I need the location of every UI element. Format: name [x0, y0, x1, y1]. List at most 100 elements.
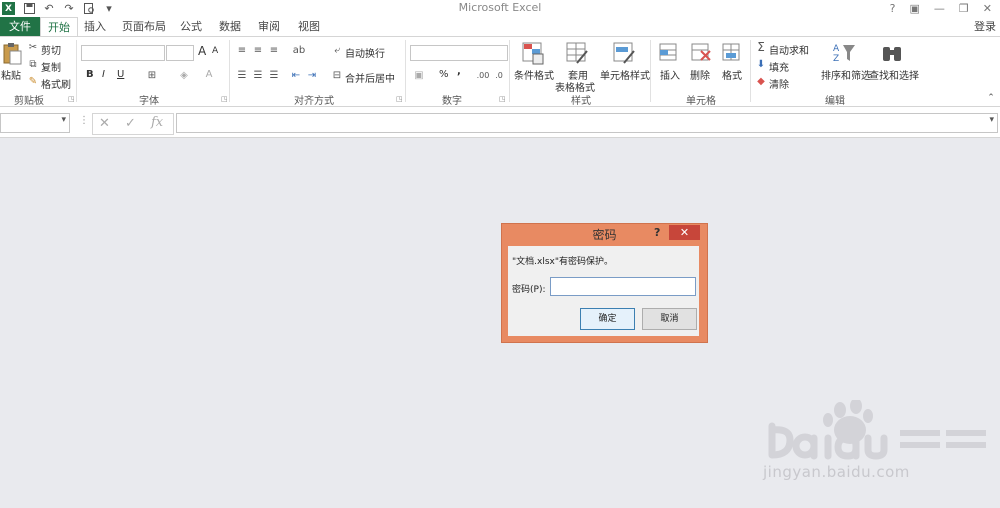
- dialog-help-button[interactable]: ?: [654, 226, 660, 239]
- app-title: Microsoft Excel: [458, 1, 542, 14]
- cell-styles-icon[interactable]: [612, 41, 636, 65]
- expand-formula-icon[interactable]: ▾: [989, 115, 994, 125]
- cancel-button[interactable]: 取消: [642, 308, 697, 330]
- wrap-text-icon[interactable]: ⤶: [331, 44, 343, 56]
- restore-icon[interactable]: ❐: [959, 2, 969, 15]
- number-launcher-icon[interactable]: ◳: [499, 95, 506, 103]
- confirm-entry-icon[interactable]: ✓: [125, 116, 136, 131]
- sign-in-link[interactable]: 登录: [974, 17, 996, 36]
- insert-function-icon[interactable]: fx: [151, 115, 163, 130]
- number-format-select[interactable]: [410, 45, 508, 61]
- sort-filter-button[interactable]: 排序和筛选: [821, 67, 871, 82]
- shrink-font-button[interactable]: A: [212, 46, 218, 56]
- accounting-format-icon[interactable]: ▣: [412, 69, 426, 81]
- clipboard-group-label: 剪贴板: [14, 96, 44, 107]
- align-middle-icon[interactable]: ≡: [252, 44, 264, 56]
- clear-button[interactable]: 清除: [769, 76, 789, 91]
- fill-button[interactable]: 填充: [769, 59, 789, 74]
- orientation-icon[interactable]: ab: [292, 44, 306, 56]
- clipboard-launcher-icon[interactable]: ◳: [68, 95, 75, 103]
- copy-icon[interactable]: ⧉: [27, 58, 39, 70]
- align-bottom-icon[interactable]: ≡: [268, 44, 280, 56]
- conditional-format-button[interactable]: 条件格式: [514, 67, 554, 82]
- tab-file[interactable]: 文件: [0, 17, 40, 36]
- autosum-button[interactable]: 自动求和: [769, 42, 809, 57]
- cell-styles-button[interactable]: 单元格样式: [600, 67, 650, 82]
- divider: [76, 40, 77, 102]
- delete-cells-button[interactable]: 删除: [690, 67, 710, 82]
- name-box-dropdown-icon[interactable]: ▾: [61, 115, 66, 125]
- dialog-close-button[interactable]: ✕: [669, 225, 700, 240]
- copy-button[interactable]: 复制: [41, 59, 61, 74]
- paste-button[interactable]: 粘贴: [1, 67, 21, 82]
- find-select-button[interactable]: 查找和选择: [869, 67, 919, 82]
- find-select-icon[interactable]: [880, 41, 904, 65]
- font-name-select[interactable]: [81, 45, 165, 61]
- font-group-label: 字体: [139, 96, 159, 107]
- alignment-launcher-icon[interactable]: ◳: [396, 95, 403, 103]
- format-cells-button[interactable]: 格式: [722, 67, 742, 82]
- minimize-icon[interactable]: —: [934, 2, 945, 15]
- clear-icon[interactable]: ◆: [755, 75, 767, 87]
- ok-button[interactable]: 确定: [580, 308, 635, 330]
- ribbon: 粘贴 ✂ 剪切 ⧉ 复制 ✎ 格式刷 剪贴板 ◳ A A B I U ⊞ ◈ A…: [0, 36, 1000, 107]
- baidu-watermark-logo: [768, 400, 986, 460]
- underline-button[interactable]: U: [117, 69, 124, 80]
- conditional-format-icon[interactable]: [521, 41, 545, 65]
- format-painter-icon[interactable]: ✎: [27, 75, 39, 87]
- divider: [750, 40, 751, 102]
- number-group-label: 数字: [442, 96, 462, 107]
- italic-button[interactable]: I: [102, 69, 105, 80]
- sort-filter-icon[interactable]: AZ: [832, 41, 856, 65]
- close-window-icon[interactable]: ✕: [983, 2, 992, 15]
- formula-input[interactable]: ▾: [176, 113, 998, 133]
- delete-cells-icon[interactable]: [689, 41, 713, 65]
- align-left-icon[interactable]: ☰: [236, 69, 248, 81]
- tab-view[interactable]: 视图: [294, 17, 324, 36]
- name-box[interactable]: ▾: [0, 113, 70, 133]
- percent-button[interactable]: %: [439, 69, 449, 80]
- tab-home[interactable]: 开始: [40, 17, 78, 36]
- tab-review[interactable]: 审阅: [254, 17, 284, 36]
- font-color-icon[interactable]: A: [203, 68, 215, 80]
- cut-button[interactable]: 剪切: [41, 42, 61, 57]
- password-input[interactable]: [550, 277, 696, 296]
- collapse-ribbon-icon[interactable]: ⌃: [986, 93, 996, 103]
- align-center-icon[interactable]: ☰: [252, 69, 264, 81]
- format-as-table-icon[interactable]: [565, 41, 589, 65]
- decrease-decimal-icon[interactable]: .0: [492, 69, 506, 81]
- increase-decimal-icon[interactable]: .00: [476, 69, 490, 81]
- help-icon[interactable]: ?: [890, 2, 896, 15]
- wrap-text-button[interactable]: 自动换行: [345, 45, 385, 60]
- borders-icon[interactable]: ⊞: [146, 69, 158, 81]
- cells-group-label: 单元格: [686, 96, 716, 107]
- comma-button[interactable]: ,: [457, 66, 461, 77]
- merge-center-icon[interactable]: ⊟: [331, 69, 343, 81]
- cancel-entry-icon[interactable]: ✕: [99, 116, 110, 131]
- tab-insert[interactable]: 插入: [80, 17, 110, 36]
- ribbon-display-icon[interactable]: ▣: [910, 2, 920, 15]
- window-controls: ? ▣ — ❐ ✕: [890, 0, 998, 17]
- font-launcher-icon[interactable]: ◳: [221, 95, 228, 103]
- font-size-select[interactable]: [166, 45, 194, 61]
- cut-icon[interactable]: ✂: [27, 41, 39, 53]
- dialog-body: "文档.xlsx"有密码保护。 密码(P): 确定 取消: [508, 246, 699, 336]
- fill-icon[interactable]: ⬇: [755, 58, 767, 70]
- paste-icon[interactable]: [2, 42, 26, 66]
- align-top-icon[interactable]: ≡: [236, 44, 248, 56]
- format-cells-icon[interactable]: [720, 41, 744, 65]
- insert-cells-button[interactable]: 插入: [660, 67, 680, 82]
- align-right-icon[interactable]: ☰: [268, 69, 280, 81]
- merge-center-button[interactable]: 合并后居中: [345, 70, 395, 85]
- format-painter-button[interactable]: 格式刷: [41, 76, 71, 91]
- tab-formulas[interactable]: 公式: [176, 17, 206, 36]
- tab-page-layout[interactable]: 页面布局: [120, 17, 168, 36]
- bold-button[interactable]: B: [86, 69, 94, 80]
- autosum-icon[interactable]: Σ: [755, 40, 767, 54]
- fill-color-icon[interactable]: ◈: [178, 69, 190, 81]
- decrease-indent-icon[interactable]: ⇤: [290, 69, 302, 81]
- grow-font-button[interactable]: A: [198, 44, 206, 58]
- insert-cells-icon[interactable]: [657, 41, 681, 65]
- increase-indent-icon[interactable]: ⇥: [306, 69, 318, 81]
- tab-data[interactable]: 数据: [215, 17, 245, 36]
